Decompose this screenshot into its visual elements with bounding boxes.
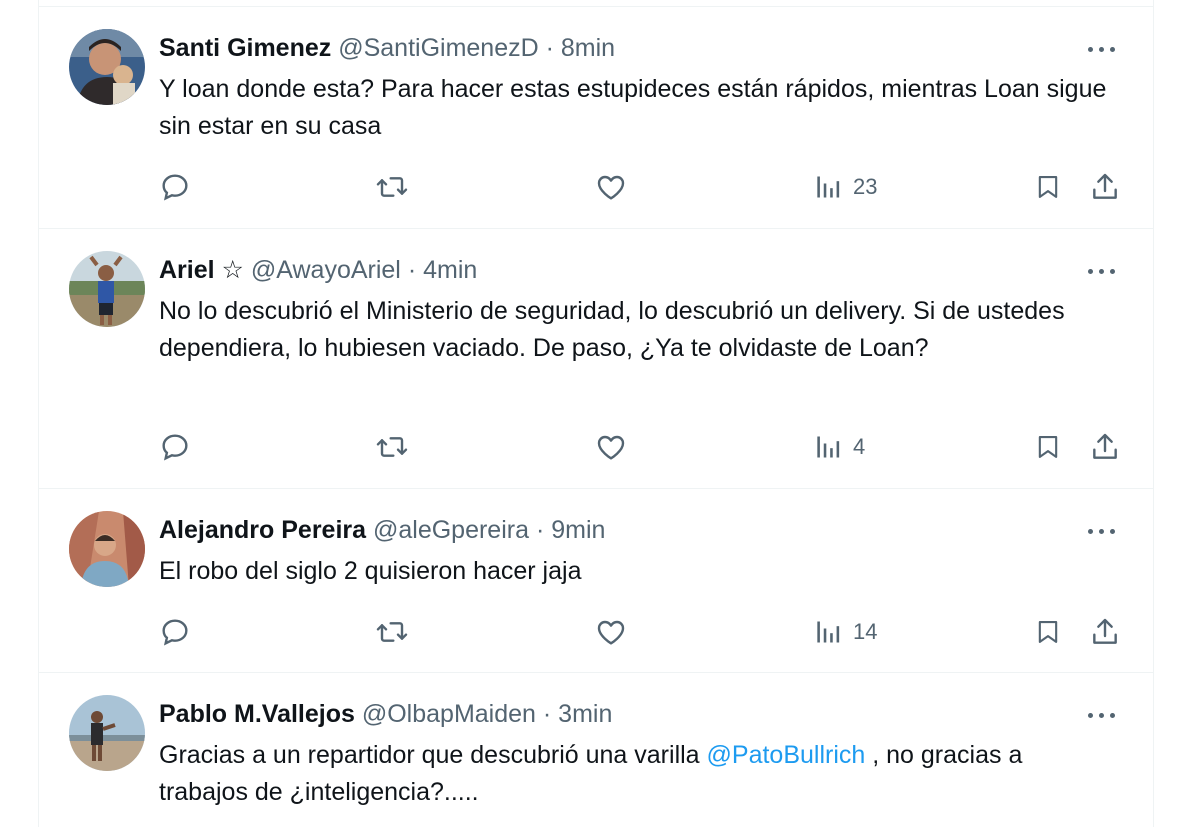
meta-separator: ·: [529, 516, 552, 544]
views-button[interactable]: 4: [815, 429, 865, 465]
timestamp[interactable]: 9min: [551, 516, 605, 544]
bookmark-button[interactable]: [1034, 614, 1062, 650]
share-button[interactable]: [1089, 429, 1121, 465]
tweet[interactable]: Ariel ☆ @AwayoAriel · 4min No lo descubr…: [39, 229, 1153, 489]
avatar[interactable]: [69, 695, 145, 771]
share-icon: [1093, 433, 1117, 459]
like-button[interactable]: [595, 429, 627, 465]
tweet[interactable]: Alejandro Pereira @aleGpereira · 9min El…: [39, 489, 1153, 673]
tweet-text: Gracias a un repartidor que descubrió un…: [159, 737, 1109, 811]
avatar[interactable]: [69, 29, 145, 105]
timestamp[interactable]: 3min: [558, 700, 612, 728]
more-icon[interactable]: [1085, 34, 1119, 64]
reply-icon: [162, 619, 188, 646]
timestamp[interactable]: 8min: [561, 34, 615, 62]
more-icon[interactable]: [1085, 256, 1119, 286]
avatar[interactable]: [69, 511, 145, 587]
share-button[interactable]: [1089, 614, 1121, 650]
meta-separator: ·: [535, 700, 559, 728]
reply-icon: [162, 434, 188, 461]
retweet-button[interactable]: [375, 614, 409, 650]
reply-feed: Santi Gimenez @SantiGimenezD · 8min Y lo…: [38, 0, 1154, 827]
meta-separator: ·: [538, 34, 561, 62]
author-handle[interactable]: @SantiGimenezD: [338, 34, 538, 62]
mention-link[interactable]: @PatoBullrich: [707, 741, 866, 769]
bookmark-icon: [1038, 176, 1058, 198]
author-name[interactable]: Alejandro Pereira: [159, 516, 366, 544]
share-icon: [1093, 173, 1117, 199]
tweet[interactable]: Santi Gimenez @SantiGimenezD · 8min Y lo…: [39, 7, 1153, 229]
tweet-text: No lo descubrió el Ministerio de segurid…: [159, 297, 1065, 362]
more-icon[interactable]: [1085, 516, 1119, 546]
author-handle[interactable]: @aleGpereira: [373, 516, 529, 544]
views-icon: [817, 436, 840, 458]
like-icon: [597, 435, 625, 460]
timestamp[interactable]: 4min: [423, 256, 477, 284]
meta-separator: ·: [400, 256, 424, 284]
reply-button[interactable]: [159, 169, 191, 205]
avatar[interactable]: [69, 251, 145, 327]
views-count: 14: [853, 619, 878, 644]
bookmark-button[interactable]: [1034, 169, 1062, 205]
retweet-button[interactable]: [375, 429, 409, 465]
views-button[interactable]: 23: [815, 169, 877, 205]
author-handle[interactable]: @OlbapMaiden: [362, 700, 536, 728]
more-icon[interactable]: [1085, 700, 1119, 730]
like-button[interactable]: [595, 614, 627, 650]
like-icon: [597, 620, 625, 645]
views-button[interactable]: 14: [815, 614, 877, 650]
author-handle[interactable]: @AwayoAriel: [251, 256, 401, 284]
retweet-icon: [376, 177, 408, 197]
bookmark-icon: [1038, 621, 1058, 643]
tweet-text: El robo del siglo 2 quisieron hacer jaja: [159, 557, 582, 585]
reply-button[interactable]: [159, 429, 191, 465]
retweet-button[interactable]: [375, 169, 409, 205]
views-icon: [817, 176, 840, 198]
tweet[interactable]: Pablo M.Vallejos @OlbapMaiden · 3min Gra…: [39, 673, 1153, 827]
author-name[interactable]: Santi Gimenez: [159, 34, 331, 62]
like-button[interactable]: [595, 169, 627, 205]
views-count: 4: [853, 434, 866, 459]
bookmark-icon: [1038, 436, 1058, 458]
views-icon: [817, 621, 840, 643]
views-count: 23: [853, 174, 878, 199]
retweet-icon: [376, 622, 408, 642]
retweet-icon: [376, 437, 408, 457]
author-name[interactable]: Pablo M.Vallejos: [159, 700, 355, 728]
author-name[interactable]: Ariel ☆: [159, 256, 244, 284]
tweet-text: Y loan donde esta? Para hacer estas estu…: [159, 75, 1107, 140]
like-icon: [597, 175, 625, 200]
reply-icon: [162, 174, 188, 201]
share-icon: [1093, 618, 1117, 644]
share-button[interactable]: [1089, 169, 1121, 205]
bookmark-button[interactable]: [1034, 429, 1062, 465]
tweet-text-start: Gracias a un repartidor que descubrió un…: [159, 741, 707, 769]
reply-button[interactable]: [159, 614, 191, 650]
